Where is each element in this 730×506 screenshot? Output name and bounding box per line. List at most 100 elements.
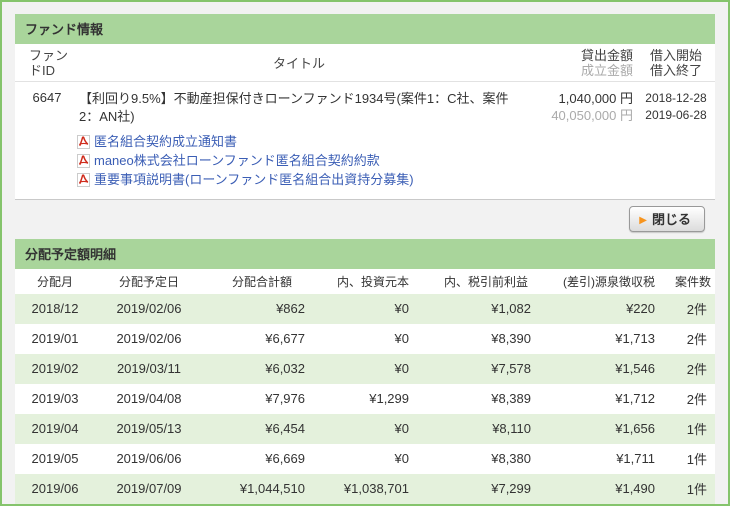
document-line: 匿名組合契約成立通知書: [77, 132, 715, 151]
cell-principal: ¥0: [394, 331, 409, 346]
cell-total-distribution: ¥6,677: [265, 331, 305, 346]
pdf-icon: [77, 153, 90, 168]
close-button-label: 閉じる: [651, 212, 691, 227]
cell-total-distribution: ¥1,044,510: [239, 481, 305, 496]
col-header-deal-count: 案件数: [674, 275, 711, 289]
cell-deal-count: 1件: [686, 482, 707, 497]
distribution-section-header: 分配予定額明細: [15, 239, 715, 269]
cell-month: 2019/05: [31, 451, 79, 466]
cell-pretax-profit: ¥7,578: [491, 361, 531, 376]
document-line: 重要事項説明書(ローンファンド匿名組合出資持分募集): [77, 170, 715, 189]
table-row: 2019/04 2019/05/13 ¥6,454 ¥0 ¥8,110 ¥1,6…: [15, 414, 715, 444]
cell-withholding-tax: ¥220: [626, 301, 655, 316]
loan-amount-label: 貸出金額: [580, 48, 633, 63]
cell-month: 2019/04: [31, 421, 79, 436]
cell-deal-count: 2件: [686, 392, 707, 407]
fund-info-section-title: ファンド情報: [25, 22, 104, 37]
cell-month: 2019/01: [31, 331, 79, 346]
cell-scheduled-date: 2019/02/06: [116, 301, 182, 316]
fund-id-column-header: ファンドID: [15, 44, 79, 82]
cell-withholding-tax: ¥1,656: [615, 421, 655, 436]
cell-scheduled-date: 2019/06/06: [116, 451, 182, 466]
distribution-section-title: 分配予定額明細: [25, 247, 117, 262]
fund-id-value: 6647: [32, 90, 62, 105]
cell-principal: ¥0: [394, 421, 409, 436]
fund-row: 6647 【利回り9.5%】不動産担保付きローンファンド1934号(案件1：C社…: [15, 82, 715, 133]
cell-withholding-tax: ¥1,713: [615, 331, 655, 346]
cell-total-distribution: ¥6,669: [265, 451, 305, 466]
cell-month: 2019/06: [31, 481, 79, 496]
col-header-principal: 内、投資元本: [336, 275, 409, 289]
col-header-withholding-tax: (差引)源泉徴収税: [563, 275, 655, 289]
table-row: 2019/01 2019/02/06 ¥6,677 ¥0 ¥8,390 ¥1,7…: [15, 324, 715, 354]
fund-amounts: 1,040,000 円 40,050,000 円: [519, 82, 637, 133]
cell-deal-count: 1件: [686, 422, 707, 437]
cell-deal-count: 2件: [686, 362, 707, 377]
cell-pretax-profit: ¥8,390: [491, 331, 531, 346]
formed-amount-label: 成立金額: [580, 63, 633, 78]
distribution-table-body: 2018/12 2019/02/06 ¥862 ¥0 ¥1,082 ¥220 2…: [15, 294, 715, 504]
col-header-pretax-profit: 内、税引前利益: [443, 275, 528, 289]
cell-pretax-profit: ¥1,082: [491, 301, 531, 316]
fund-period: 2018-12-28 2019-06-28: [637, 82, 715, 133]
col-header-scheduled-date: 分配予定日: [118, 275, 179, 289]
cell-total-distribution: ¥862: [276, 301, 305, 316]
cell-withholding-tax: ¥1,711: [616, 451, 655, 466]
document-link-important-matters[interactable]: 重要事項説明書(ローンファンド匿名組合出資持分募集): [94, 170, 414, 189]
cell-month: 2019/03: [31, 391, 79, 406]
table-row: 2019/06 2019/07/09 ¥1,044,510 ¥1,038,701…: [15, 474, 715, 504]
fund-detail-panel: ファンド情報 ファンドID タイトル 貸出金額 成立金額 借入開始 借入終了 6…: [0, 0, 730, 506]
distribution-table: 分配月 分配予定日 分配合計額 内、投資元本 内、税引前利益 (差引)源泉徴収税…: [15, 269, 715, 504]
amount-column-header: 貸出金額 成立金額: [519, 44, 637, 82]
cell-pretax-profit: ¥8,389: [491, 391, 531, 406]
pdf-icon: [77, 172, 90, 187]
cell-scheduled-date: 2019/07/09: [116, 481, 182, 496]
cell-scheduled-date: 2019/02/06: [116, 331, 182, 346]
right-arrow-icon: ▶: [639, 215, 647, 226]
borrow-end-value: 2019-06-28: [645, 108, 707, 122]
cell-scheduled-date: 2019/04/08: [116, 391, 182, 406]
cell-principal: ¥0: [394, 451, 409, 466]
document-link-terms[interactable]: maneo株式会社ローンファンド匿名組合契約約款: [94, 151, 380, 170]
cell-deal-count: 2件: [686, 302, 707, 317]
cell-pretax-profit: ¥7,299: [491, 481, 531, 496]
borrow-start-label: 借入開始: [649, 48, 702, 63]
document-link-notice[interactable]: 匿名組合契約成立通知書: [94, 132, 237, 151]
table-row: 2019/05 2019/06/06 ¥6,669 ¥0 ¥8,380 ¥1,7…: [15, 444, 715, 474]
cell-pretax-profit: ¥8,110: [492, 421, 531, 436]
table-row: 2018/12 2019/02/06 ¥862 ¥0 ¥1,082 ¥220 2…: [15, 294, 715, 324]
cell-principal: ¥1,038,701: [343, 481, 409, 496]
fund-info-section-header: ファンド情報: [15, 14, 715, 44]
distribution-header-row: 分配月 分配予定日 分配合計額 内、投資元本 内、税引前利益 (差引)源泉徴収税…: [15, 269, 715, 294]
cell-withholding-tax: ¥1,490: [615, 481, 655, 496]
cell-withholding-tax: ¥1,712: [615, 391, 655, 406]
close-button[interactable]: ▶ 閉じる: [629, 206, 705, 232]
fund-info-header-row: ファンドID タイトル 貸出金額 成立金額 借入開始 借入終了: [15, 44, 715, 82]
formed-amount-value: 40,050,000 円: [551, 108, 633, 123]
cell-withholding-tax: ¥1,546: [615, 361, 655, 376]
distribution-section: 分配予定額明細 分配月 分配予定日 分配合計額 内、投資元本 内、税引前利益 (…: [15, 239, 715, 504]
cell-deal-count: 2件: [686, 332, 707, 347]
document-line: maneo株式会社ローンファンド匿名組合契約約款: [77, 151, 715, 170]
fund-info-table: ファンドID タイトル 貸出金額 成立金額 借入開始 借入終了 6647 【利回…: [15, 44, 715, 200]
cell-month: 2019/02: [31, 361, 79, 376]
cell-scheduled-date: 2019/03/11: [116, 361, 182, 376]
col-header-month: 分配月: [36, 275, 73, 289]
borrow-start-value: 2018-12-28: [645, 91, 707, 105]
fund-documents-row: 匿名組合契約成立通知書 maneo株式会社ローンファンド匿名組合契約約款 重要事…: [15, 132, 715, 200]
cell-principal: ¥0: [394, 361, 409, 376]
period-column-header: 借入開始 借入終了: [637, 44, 715, 82]
cell-pretax-profit: ¥8,380: [491, 451, 531, 466]
title-column-header: タイトル: [79, 44, 519, 82]
borrow-end-label: 借入終了: [649, 63, 702, 78]
cell-total-distribution: ¥7,976: [265, 391, 305, 406]
table-row: 2019/03 2019/04/08 ¥7,976 ¥1,299 ¥8,389 …: [15, 384, 715, 414]
table-row: 2019/02 2019/03/11 ¥6,032 ¥0 ¥7,578 ¥1,5…: [15, 354, 715, 384]
pdf-icon: [77, 134, 90, 149]
loan-amount-value: 1,040,000 円: [558, 91, 633, 106]
cell-scheduled-date: 2019/05/13: [116, 421, 182, 436]
button-row: ▶ 閉じる: [15, 200, 715, 237]
cell-deal-count: 1件: [686, 452, 707, 467]
fund-title: 【利回り9.5%】不動産担保付きローンファンド1934号(案件1：C社、案件2：…: [79, 91, 509, 124]
cell-month: 2018/12: [31, 301, 79, 316]
